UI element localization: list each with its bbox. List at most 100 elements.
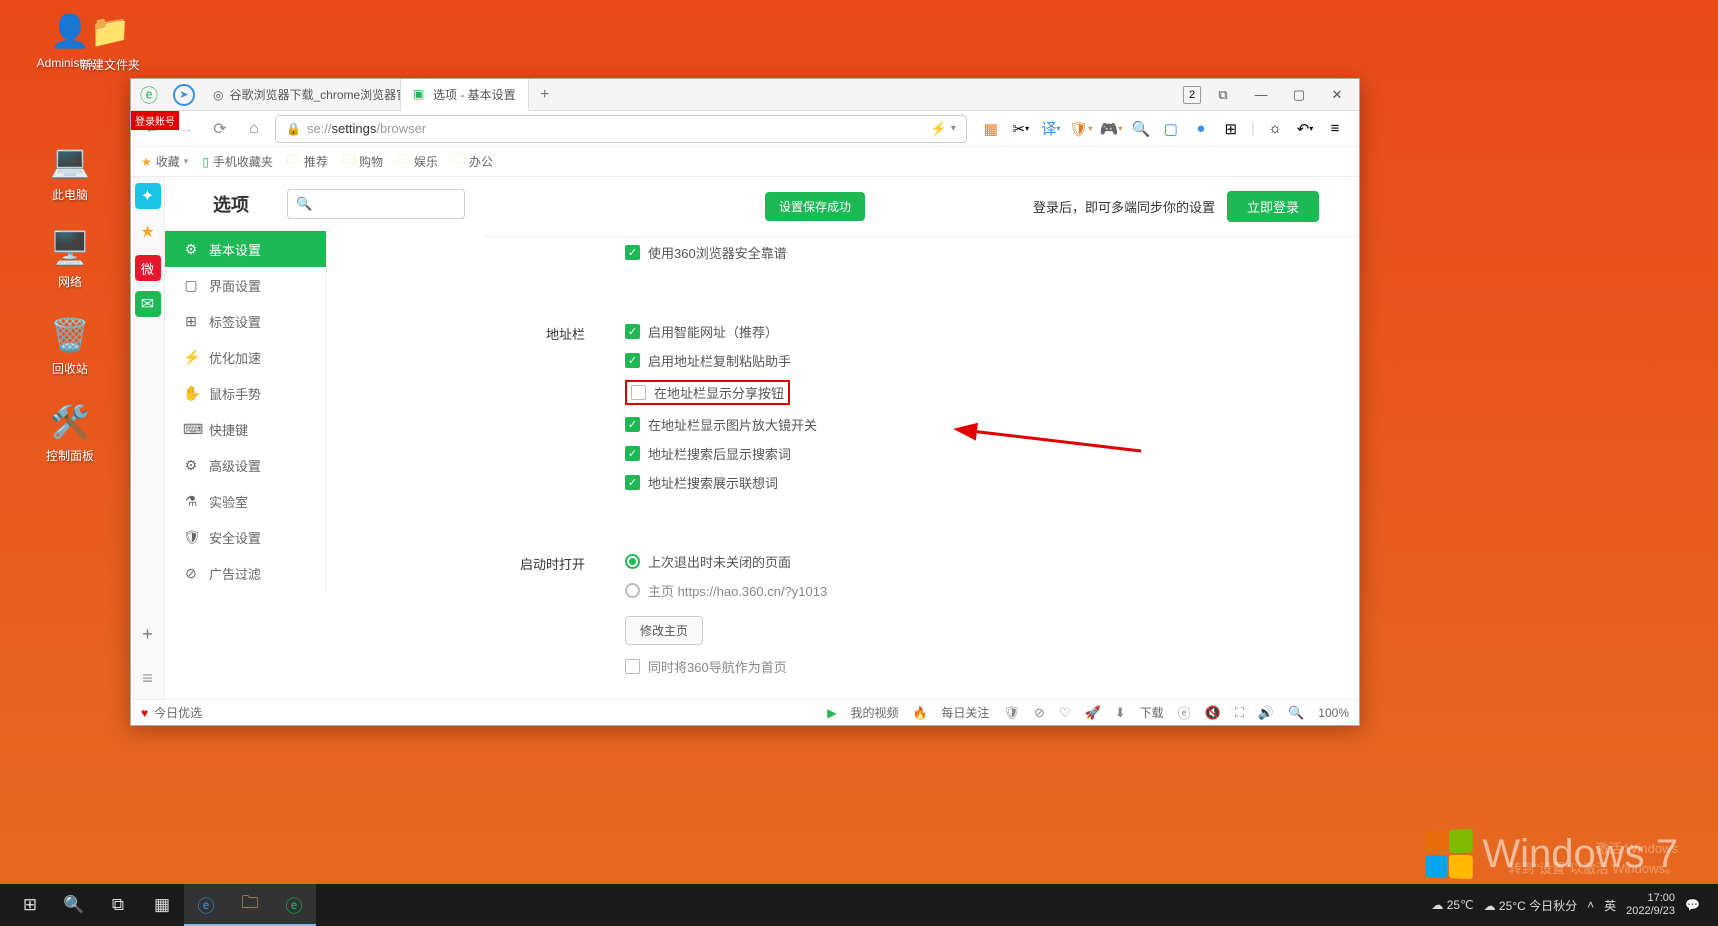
desktop-icon-recycle[interactable]: 🗑️回收站	[10, 314, 130, 377]
weather-text[interactable]: ☁ 25°C 今日秋分	[1484, 897, 1578, 914]
expand-icon[interactable]: ⛶	[1235, 705, 1244, 721]
radio-last-session[interactable]	[625, 554, 640, 569]
sidebar-item-basic[interactable]: ⚙基本设置	[165, 231, 326, 267]
start-button[interactable]: ⊞	[8, 884, 52, 926]
weather-tray[interactable]: ☁ 25℃	[1431, 898, 1473, 912]
tab-count-badge[interactable]: 2	[1183, 86, 1201, 104]
dock-add-button[interactable]: +	[135, 621, 161, 647]
sidebar-item-shortcuts[interactable]: ⌨快捷键	[165, 411, 326, 447]
extension-icon-1[interactable]: ▦	[981, 119, 1001, 139]
ie-mode-icon[interactable]: ⓔ	[1178, 703, 1191, 722]
tab-chrome-download[interactable]: ◎谷歌浏览器下载_chrome浏览器官	[201, 79, 401, 111]
bookmark-entertainment[interactable]: 🗀娱乐	[397, 151, 438, 173]
reload-button[interactable]: ⟳	[207, 116, 233, 142]
url-input[interactable]: 🔒 se://settings/browser ⚡▾	[275, 115, 967, 143]
new-tab-button[interactable]: +	[529, 86, 561, 104]
checkbox-360-nav[interactable]	[625, 659, 640, 674]
bookmark-shopping[interactable]: 🗀购物	[342, 151, 383, 173]
game-icon[interactable]: 🎮▾	[1101, 119, 1121, 139]
sidebar-item-security[interactable]: 🛡安全设置	[165, 519, 326, 555]
block-status-icon[interactable]: ⊘	[1034, 705, 1045, 721]
radio-homepage[interactable]	[625, 583, 640, 598]
grid-icon[interactable]: ⊞	[1221, 119, 1241, 139]
checkbox-smart-url[interactable]: ✓	[625, 324, 640, 339]
login-button[interactable]: 立即登录	[1227, 191, 1319, 222]
dock-weibo-icon[interactable]: 微	[135, 255, 161, 281]
section-startup: 启动时打开	[485, 552, 625, 686]
chevron-down-icon[interactable]: ▾	[951, 123, 956, 134]
browser-logo-icon[interactable]: ⓔ	[135, 81, 163, 109]
picture-in-picture-button[interactable]: ⧉	[1207, 81, 1239, 109]
zoom-level[interactable]: 100%	[1318, 706, 1349, 720]
desktop-icon-network[interactable]: 🖥️网络	[10, 227, 130, 290]
desktop-icon-pc[interactable]: 💻此电脑	[10, 140, 130, 203]
checkbox-suggestions[interactable]: ✓	[625, 475, 640, 490]
task-view-button[interactable]: ⧉	[96, 884, 140, 926]
tray-chevron[interactable]: ˄	[1587, 898, 1594, 912]
play-icon[interactable]: ▶	[827, 706, 836, 720]
sidebar-item-lab[interactable]: ⚗实验室	[165, 483, 326, 519]
menu-icon[interactable]: ≡	[1325, 119, 1345, 139]
modify-homepage-button[interactable]: 修改主页	[625, 616, 703, 645]
sidebar-item-tabs[interactable]: ⊞标签设置	[165, 303, 326, 339]
checkbox-safe-engine[interactable]: ✓	[625, 245, 640, 260]
taskbar-explorer[interactable]: 🗀	[228, 884, 272, 926]
circle-icon[interactable]: ●	[1191, 119, 1211, 139]
heart-icon[interactable]: ♥	[141, 706, 148, 720]
dock-star-icon[interactable]: ★	[135, 219, 161, 245]
sidebar-item-adblock[interactable]: ⊘广告过滤	[165, 555, 326, 591]
notification-icon[interactable]: 💬	[1685, 898, 1700, 912]
tab-settings[interactable]: ▣选项 - 基本设置	[401, 79, 529, 111]
desktop-icon-folder[interactable]: 📁新建文件夹	[80, 10, 140, 73]
shield-icon[interactable]: 🛡▾	[1071, 119, 1091, 139]
volume-icon[interactable]: 🔊	[1258, 705, 1274, 721]
checkbox-paste-helper[interactable]: ✓	[625, 353, 640, 368]
checkbox-share-button[interactable]	[631, 385, 646, 400]
sidebar-item-ui[interactable]: ▢界面设置	[165, 267, 326, 303]
bookmark-recommend[interactable]: 🗀推荐	[287, 151, 328, 173]
today-pick[interactable]: 今日优选	[154, 704, 202, 721]
dock-icon-1[interactable]: ✦	[135, 183, 161, 209]
fire-icon[interactable]: 🔥	[912, 706, 927, 720]
home-button[interactable]: ⌂	[241, 116, 267, 142]
clock[interactable]: 17:002022/9/23	[1626, 892, 1675, 918]
theme-icon[interactable]: ☼	[1265, 119, 1285, 139]
sidebar-item-advanced[interactable]: ⚙高级设置	[165, 447, 326, 483]
minimize-button[interactable]: —	[1245, 81, 1277, 109]
close-button[interactable]: ✕	[1321, 81, 1353, 109]
bookmark-office[interactable]: 🗀办公	[452, 151, 493, 173]
search-icon[interactable]: 🔍	[1131, 119, 1151, 139]
heart-status-icon[interactable]: ♡	[1059, 705, 1071, 721]
favorites-button[interactable]: ★收藏▾	[141, 153, 188, 170]
scissors-icon[interactable]: ✂▾	[1011, 119, 1031, 139]
section-address-bar: 地址栏	[485, 322, 625, 502]
sidebar-item-gestures[interactable]: ✋鼠标手势	[165, 375, 326, 411]
dock-menu-button[interactable]: ≡	[135, 665, 161, 691]
settings-search-input[interactable]: 🔍	[287, 189, 465, 219]
compass-icon[interactable]: ➤	[173, 84, 195, 106]
mute-icon[interactable]: 🔇	[1205, 705, 1221, 721]
login-badge[interactable]: 登录账号	[131, 111, 179, 130]
bookmark-mobile[interactable]: ▯手机收藏夹	[202, 153, 273, 170]
sidebar-item-speed[interactable]: ⚡优化加速	[165, 339, 326, 375]
download-icon[interactable]: ⬇	[1115, 705, 1126, 721]
desktop-icon-control[interactable]: 🛠️控制面板	[10, 401, 130, 464]
shield-status-icon[interactable]: 🛡	[1003, 705, 1020, 721]
daily-focus[interactable]: 每日关注	[941, 704, 989, 721]
translate-icon[interactable]: 译▾	[1041, 119, 1061, 139]
apps-button[interactable]: ▦	[140, 884, 184, 926]
ime-indicator[interactable]: 英	[1604, 897, 1616, 914]
undo-icon[interactable]: ↶▾	[1295, 119, 1315, 139]
rocket-status-icon[interactable]: 🚀	[1085, 705, 1101, 721]
search-button[interactable]: 🔍	[52, 884, 96, 926]
app-icon[interactable]: ▢	[1161, 119, 1181, 139]
maximize-button[interactable]: ▢	[1283, 81, 1315, 109]
checkbox-magnifier[interactable]: ✓	[625, 417, 640, 432]
zoom-icon[interactable]: 🔍	[1288, 705, 1304, 721]
my-video[interactable]: 我的视频	[850, 704, 898, 721]
bolt-icon[interactable]: ⚡	[931, 121, 947, 137]
checkbox-search-term[interactable]: ✓	[625, 446, 640, 461]
taskbar-edge[interactable]: ⓔ	[184, 884, 228, 926]
taskbar-360[interactable]: ⓔ	[272, 884, 316, 926]
dock-mail-icon[interactable]: ✉	[135, 291, 161, 317]
